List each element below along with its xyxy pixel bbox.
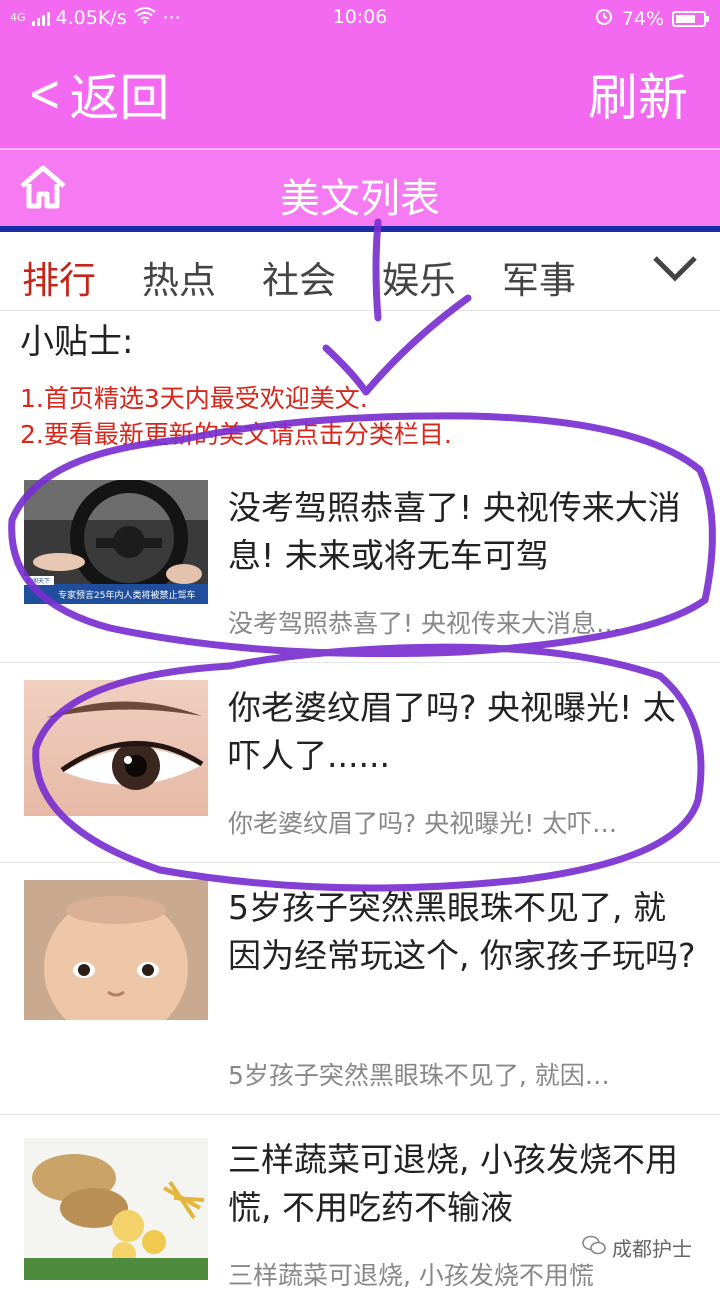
watermark-text: 成都护士 (612, 1237, 692, 1261)
article-item[interactable]: 你老婆纹眉了吗? 央视曝光! 太吓人了...... 你老婆纹眉了吗? 央视曝光!… (0, 662, 720, 863)
article-summary: 你老婆纹眉了吗? 央视曝光! 太吓… (228, 809, 618, 838)
sub-header: 美文列表 (0, 148, 720, 232)
article-thumbnail (24, 1138, 208, 1280)
article-thumbnail: 朝闻天下 专家预言25年内人类将被禁止驾车 (24, 480, 208, 604)
article-thumbnail (24, 880, 208, 1020)
tips-heading: 小贴士: (20, 322, 134, 362)
alarm-icon (594, 6, 614, 31)
tab-military[interactable]: 军事 (502, 250, 576, 304)
article-summary: 没考驾照恭喜了! 央视传来大消息… (228, 609, 621, 638)
thumbnail-caption: 专家预言25年内人类将被禁止驾车 (58, 591, 196, 601)
chevron-down-icon[interactable] (652, 254, 698, 284)
article-item[interactable]: 朝闻天下 专家预言25年内人类将被禁止驾车 没考驾照恭喜了! 央视传来大消息! … (0, 462, 720, 663)
back-label: 返回 (69, 69, 170, 127)
tip-line: 1.首页精选3天内最受欢迎美文. (20, 384, 368, 413)
article-item[interactable]: 三样蔬菜可退烧, 小孩发烧不用慌, 不用吃药不输液 三样蔬菜可退烧, 小孩发烧不… (0, 1114, 720, 1314)
article-summary: 5岁孩子突然黑眼珠不见了, 就因… (228, 1061, 610, 1090)
article-thumbnail (24, 680, 208, 816)
tip-line: 2.要看最新更新的美文请点击分类栏目. (20, 420, 452, 449)
article-title: 没考驾照恭喜了! 央视传来大消息! 未来或将无车可驾 (228, 488, 681, 575)
tab-society[interactable]: 社会 (262, 250, 336, 304)
tab-hot[interactable]: 热点 (142, 250, 216, 304)
category-tabs: 排行 热点 社会 娱乐 军事 (0, 232, 720, 311)
tab-entertainment[interactable]: 娱乐 (382, 250, 456, 304)
article-title: 5岁孩子突然黑眼珠不见了, 就因为经常玩这个, 你家孩子玩吗? (228, 888, 696, 975)
refresh-button[interactable]: 刷新 (588, 58, 688, 130)
watermark: 成都护士 (578, 1231, 696, 1264)
status-bar: 4G 4.05K/s ··· 10:06 74% (0, 0, 720, 36)
wechat-icon (582, 1235, 606, 1260)
battery-icon (672, 10, 709, 27)
article-item[interactable]: 5岁孩子突然黑眼珠不见了, 就因为经常玩这个, 你家孩子玩吗? 5岁孩子突然黑眼… (0, 862, 720, 1115)
status-right: 74% (594, 6, 709, 31)
tips-section: 小贴士: 1.首页精选3天内最受欢迎美文. 2.要看最新更新的美文请点击分类栏目… (20, 314, 710, 453)
thumbnail-tag: 朝闻天下 (26, 578, 51, 585)
chevron-left-icon: < (28, 64, 62, 124)
back-button[interactable]: < 返回 (28, 58, 170, 130)
battery-fill (676, 14, 695, 23)
article-title: 你老婆纹眉了吗? 央视曝光! 太吓人了...... (228, 688, 676, 775)
page-title: 美文列表 (280, 176, 440, 222)
battery-percent: 74% (621, 7, 664, 30)
app-header: < 返回 刷新 (0, 36, 720, 148)
tab-ranking[interactable]: 排行 (22, 250, 96, 304)
article-title: 三样蔬菜可退烧, 小孩发烧不用慌, 不用吃药不输液 (228, 1140, 678, 1227)
